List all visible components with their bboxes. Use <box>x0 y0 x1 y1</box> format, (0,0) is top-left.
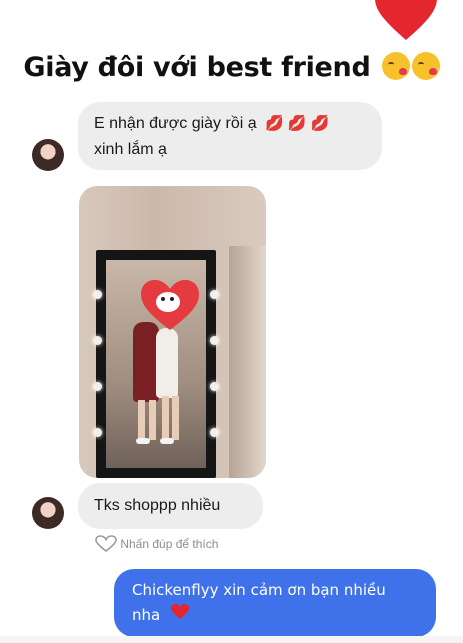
mirror-bulb <box>93 428 102 437</box>
message-text: E nhận được giày rồi ạ <box>94 115 257 132</box>
photo-shoe <box>136 438 150 444</box>
story-title-text: Giày đôi với best friend <box>23 52 371 83</box>
heart-face-sticker-icon <box>141 279 199 337</box>
message-text: Tks shoppp nhiều <box>94 497 221 514</box>
kiss-mark-icon: 💋 💋 💋 <box>265 115 330 132</box>
incoming-message-bubble[interactable]: Tks shoppp nhiều <box>78 483 263 529</box>
heart-sticker-icon <box>375 0 437 49</box>
story-title: Giày đôi với best friend <box>0 52 463 83</box>
photo-person <box>172 396 179 440</box>
like-hint-text: Nhấn đúp để thích <box>120 537 219 551</box>
photo-person <box>162 396 169 440</box>
kissing-face-icon <box>411 52 440 80</box>
mirror-bulb <box>210 382 219 391</box>
photo-shoe <box>160 438 174 444</box>
bottom-bar <box>0 636 463 643</box>
avatar[interactable] <box>32 139 64 171</box>
shared-photo[interactable] <box>79 186 266 478</box>
mirror-bulb <box>93 382 102 391</box>
mirror-bulb <box>210 336 219 345</box>
incoming-message-bubble[interactable]: E nhận được giày rồi ạ 💋 💋 💋 xinh lắm ạ <box>78 102 382 170</box>
mirror-bulb <box>93 336 102 345</box>
avatar[interactable] <box>32 497 64 529</box>
photo-person <box>138 400 145 440</box>
red-heart-icon <box>171 604 189 619</box>
heart-outline-icon[interactable] <box>95 535 117 553</box>
photo-person <box>149 400 156 440</box>
mirror-bulb <box>210 290 219 299</box>
double-tap-like-hint[interactable]: Nhấn đúp để thích <box>95 535 218 553</box>
message-text: xinh lắm ạ <box>94 141 167 158</box>
mirror-bulb <box>93 290 102 299</box>
kissing-face-icon <box>381 52 410 80</box>
message-text: Chickenflyy xin cảm ơn bạn nhiều nha <box>132 581 386 624</box>
outgoing-message-bubble[interactable]: Chickenflyy xin cảm ơn bạn nhiều nha <box>114 569 436 637</box>
photo-person <box>156 328 178 398</box>
message-line: E nhận được giày rồi ạ 💋 💋 💋 <box>94 111 368 137</box>
photo-background-shelf <box>229 246 266 478</box>
mirror-bulb <box>210 428 219 437</box>
